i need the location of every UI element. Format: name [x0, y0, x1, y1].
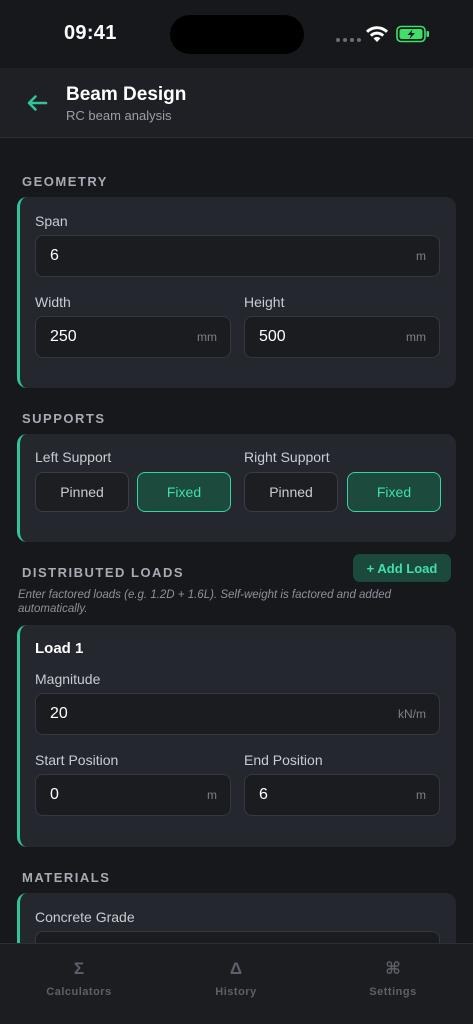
app-header: Beam Design RC beam analysis	[0, 68, 473, 138]
battery-icon	[396, 25, 430, 48]
height-value: 500	[259, 328, 286, 345]
width-unit: mm	[197, 330, 217, 344]
left-support-label: Left Support	[35, 449, 112, 465]
geometry-card: Span 6 m Width 250 mm Height 500 mm	[17, 197, 456, 388]
tab-history[interactable]: Δ History	[176, 958, 296, 998]
right-support-label: Right Support	[244, 449, 330, 465]
dynamic-island	[170, 15, 304, 54]
load-title: Load 1	[35, 640, 84, 657]
start-position-unit: m	[207, 788, 217, 802]
sigma-icon: Σ	[73, 959, 85, 978]
delta-icon: Δ	[229, 959, 243, 978]
start-position-label: Start Position	[35, 752, 119, 768]
tab-bar: Σ Calculators Δ History ⌘ Settings	[0, 943, 473, 1024]
span-value: 6	[50, 247, 59, 264]
materials-card: Concrete Grade	[17, 893, 456, 943]
tab-settings-label: Settings	[369, 986, 417, 998]
add-load-button[interactable]: + Add Load	[353, 554, 451, 582]
scroll-content[interactable]: GEOMETRY Span 6 m Width 250 mm Height 50…	[0, 139, 473, 943]
height-label: Height	[244, 294, 285, 310]
concrete-grade-select[interactable]	[35, 931, 440, 943]
load-card: Load 1 Magnitude 20 kN/m Start Position …	[17, 625, 456, 847]
magnitude-label: Magnitude	[35, 671, 101, 687]
right-support-pinned[interactable]: Pinned	[244, 472, 338, 512]
tab-calculators-label: Calculators	[46, 986, 112, 998]
tab-calculators[interactable]: Σ Calculators	[19, 958, 139, 998]
magnitude-value: 20	[50, 705, 68, 722]
command-icon: ⌘	[385, 959, 401, 978]
signal-icon	[336, 38, 361, 42]
magnitude-input[interactable]: 20 kN/m	[35, 693, 440, 735]
left-support-fixed[interactable]: Fixed	[137, 472, 231, 512]
start-position-value: 0	[50, 786, 59, 803]
wifi-icon	[365, 25, 389, 48]
status-bar: 09:41	[0, 0, 473, 68]
tab-settings[interactable]: ⌘ Settings	[333, 958, 453, 998]
end-position-unit: m	[416, 788, 426, 802]
height-input[interactable]: 500 mm	[244, 316, 440, 358]
arrow-left-icon	[27, 95, 48, 111]
end-position-value: 6	[259, 786, 268, 803]
back-button[interactable]	[22, 88, 52, 118]
start-position-input[interactable]: 0 m	[35, 774, 231, 816]
height-unit: mm	[406, 330, 426, 344]
magnitude-unit: kN/m	[398, 707, 426, 721]
loads-hint: Enter factored loads (e.g. 1.2D + 1.6L).…	[18, 589, 392, 615]
section-label-supports: SUPPORTS	[22, 411, 106, 426]
end-position-input[interactable]: 6 m	[244, 774, 440, 816]
end-position-label: End Position	[244, 752, 323, 768]
left-support-pinned[interactable]: Pinned	[35, 472, 129, 512]
tab-history-label: History	[215, 986, 257, 998]
width-input[interactable]: 250 mm	[35, 316, 231, 358]
width-value: 250	[50, 328, 77, 345]
span-unit: m	[416, 249, 426, 263]
section-label-geometry: GEOMETRY	[22, 174, 108, 189]
width-label: Width	[35, 294, 71, 310]
status-time: 09:41	[64, 22, 117, 44]
page-title: Beam Design	[66, 84, 187, 105]
section-label-materials: MATERIALS	[22, 870, 111, 885]
span-input[interactable]: 6 m	[35, 235, 440, 277]
section-label-loads: DISTRIBUTED LOADS	[22, 565, 184, 580]
page-subtitle: RC beam analysis	[66, 108, 172, 123]
span-label: Span	[35, 213, 68, 229]
concrete-grade-label: Concrete Grade	[35, 909, 135, 925]
right-support-fixed[interactable]: Fixed	[347, 472, 441, 512]
supports-card: Left Support Pinned Fixed Right Support …	[17, 434, 456, 542]
